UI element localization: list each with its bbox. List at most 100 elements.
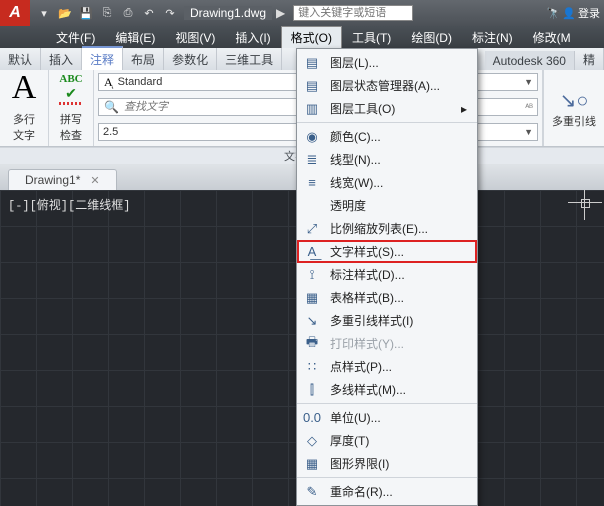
mtext-icon: A: [4, 73, 44, 103]
menu-dimension[interactable]: 标注(N): [462, 26, 523, 49]
textstyle-icon: Aͅ: [101, 75, 116, 90]
document-tab[interactable]: Drawing1* ✕: [8, 169, 117, 190]
qat-undo-icon[interactable]: ↶: [139, 3, 159, 23]
menu-item-label: 表格样式(B)...: [330, 289, 467, 306]
menu-item[interactable]: ≡ 线宽(W)...: [297, 171, 477, 194]
menu-item-label: 厚度(T): [330, 432, 467, 449]
chevron-down-icon[interactable]: ▼: [522, 127, 535, 137]
menu-item[interactable]: 0.0单位(U)...: [297, 403, 477, 429]
app-logo[interactable]: A: [0, 0, 30, 26]
menu-item-label: 打印样式(Y)...: [330, 335, 467, 352]
menu-item[interactable]: ✎ 重命名(R)...: [297, 477, 477, 503]
menu-item-icon: A͟: [303, 244, 321, 260]
tab-parametric[interactable]: 参数化: [164, 48, 217, 70]
tab-annotate[interactable]: 注释: [82, 46, 123, 70]
menu-item-label: 颜色(C)...: [330, 128, 467, 145]
menu-view[interactable]: 视图(V): [165, 26, 225, 49]
login-icon[interactable]: 👤: [562, 7, 576, 20]
tab-default[interactable]: 默认: [0, 48, 41, 70]
menu-draw[interactable]: 绘图(D): [401, 26, 462, 49]
qat-new-icon[interactable]: ▾: [34, 3, 54, 23]
qat-save-icon[interactable]: 💾: [76, 3, 96, 23]
menu-item[interactable]: ↘ 多重引线样式(I): [297, 309, 477, 332]
doctab-label: Drawing1*: [25, 173, 80, 187]
qat-saveas-icon[interactable]: ⎘: [97, 3, 117, 23]
menu-item-label: 图层状态管理器(A)...: [330, 77, 467, 94]
menu-item-label: 文字样式(S)...: [330, 243, 467, 260]
chevron-down-icon[interactable]: ▼: [522, 77, 535, 87]
menu-item-icon: 0.0: [303, 410, 321, 426]
menu-item-icon: ≡: [303, 175, 321, 191]
menu-item-label: 图层工具(O): [330, 100, 452, 117]
search-input[interactable]: [293, 5, 413, 21]
close-icon[interactable]: ✕: [90, 174, 99, 187]
menu-item-icon: ◇: [303, 433, 321, 449]
menu-item-label: 透明度: [330, 197, 467, 214]
menu-item-icon: 🖶: [303, 336, 321, 352]
menu-item: 🖶 打印样式(Y)...: [297, 332, 477, 355]
check-icon: ✔: [53, 85, 89, 102]
find-abc-icon[interactable]: ᴬᴮ: [523, 102, 535, 112]
qat-redo-icon[interactable]: ↷: [160, 3, 180, 23]
menu-item-icon: ↘: [303, 313, 321, 329]
menu-item[interactable]: ▤ 图层状态管理器(A)...: [297, 74, 477, 97]
menu-item-label: 多重引线样式(I): [330, 312, 467, 329]
qat-plot-icon[interactable]: ⎙: [118, 3, 138, 23]
menu-item[interactable]: ◉ 颜色(C)...: [297, 122, 477, 148]
menu-item[interactable]: ◇ 厚度(T): [297, 429, 477, 452]
redwave-icon: [59, 102, 83, 105]
menu-item[interactable]: ⤢比例缩放列表(E)...: [297, 217, 477, 240]
menu-format[interactable]: 格式(O): [281, 26, 342, 48]
login-label[interactable]: 登录: [578, 5, 600, 21]
menu-item-icon: ⟟: [303, 267, 321, 283]
menu-insert[interactable]: 插入(I): [225, 26, 280, 49]
panel-mtext[interactable]: A 多行 文字: [0, 70, 49, 146]
menu-item-icon: ✎: [303, 484, 321, 500]
menu-item[interactable]: ▥图层工具(O)▸: [297, 97, 477, 120]
panel-leader[interactable]: ↘○ 多重引线: [543, 70, 604, 146]
format-dropdown: ▤图层(L)...▤图层状态管理器(A)...▥图层工具(O)▸◉颜色(C)..…: [296, 48, 478, 506]
mleader-label: 多重引线: [552, 113, 596, 129]
menu-item-label: 图形界限(I): [330, 455, 467, 472]
quick-access-toolbar: ▾ 📂 💾 ⎘ ⎙ ↶ ↷: [30, 3, 184, 23]
menu-item[interactable]: ▦表格样式(B)...: [297, 286, 477, 309]
menu-item-icon: ▤: [303, 78, 321, 94]
menu-item-label: 标注样式(D)...: [330, 266, 467, 283]
panel-spellcheck[interactable]: ABC ✔ 拼写 检查: [49, 70, 94, 146]
menu-item-icon: ⫿: [303, 382, 321, 398]
menu-item[interactable]: A͟ 文字样式(S)...: [297, 240, 477, 263]
menu-item[interactable]: ⫿ 多线样式(M)...: [297, 378, 477, 401]
qat-open-icon[interactable]: 📂: [55, 3, 75, 23]
tab-layout[interactable]: 布局: [123, 48, 164, 70]
menu-item[interactable]: ▤图层(L)...: [297, 51, 477, 74]
menu-item[interactable]: ⟟ 标注样式(D)...: [297, 263, 477, 286]
submenu-arrow-icon: ▸: [461, 102, 467, 116]
view-controls[interactable]: [-][俯视][二维线框]: [8, 196, 130, 213]
menu-item[interactable]: ▦图形界限(I): [297, 452, 477, 475]
menu-tools[interactable]: 工具(T): [342, 26, 401, 49]
menu-item-icon: ≣: [303, 152, 321, 168]
mleader-icon: ↘○: [560, 88, 589, 113]
menu-item[interactable]: 透明度: [297, 194, 477, 217]
menu-item-label: 多线样式(M)...: [330, 381, 467, 398]
tab-insert[interactable]: 插入: [41, 48, 82, 70]
menu-item-label: 线型(N)...: [330, 151, 467, 168]
tab-featured[interactable]: 精: [575, 48, 604, 70]
tab-autodesk360[interactable]: Autodesk 360: [485, 51, 575, 70]
title-arrow-icon[interactable]: ▶: [272, 6, 289, 20]
binoculars-icon[interactable]: 🔭: [547, 7, 561, 20]
menu-item-label: 线宽(W)...: [330, 174, 467, 191]
menu-item-icon: ◉: [303, 129, 321, 145]
menu-modify[interactable]: 修改(M: [523, 26, 581, 49]
abc-icon: ABC: [53, 73, 89, 85]
menu-item-label: 重命名(R)...: [330, 483, 467, 500]
mtext-label: 多行 文字: [4, 111, 44, 143]
menu-item-label: 点样式(P)...: [330, 358, 467, 375]
tab-3dtools[interactable]: 三维工具: [217, 48, 282, 70]
document-title: Drawing1.dwg: [184, 6, 272, 20]
menu-item[interactable]: ∷点样式(P)...: [297, 355, 477, 378]
menu-item[interactable]: ≣ 线型(N)...: [297, 148, 477, 171]
menu-item-label: 图层(L)...: [330, 54, 467, 71]
find-icon: 🔍: [101, 100, 122, 114]
title-right-buttons: 🔭 👤 登录: [547, 5, 604, 21]
